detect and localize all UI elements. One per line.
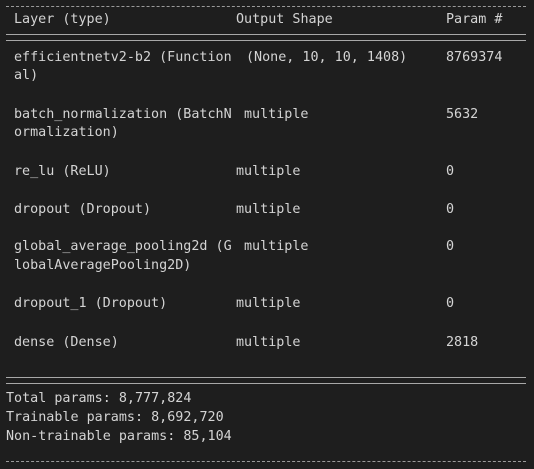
row-output-shape: multiple bbox=[236, 202, 301, 217]
row-layer-name: dense (Dense) bbox=[14, 335, 119, 350]
row-layer-name: re_lu (ReLU) bbox=[14, 164, 111, 179]
header-param: Param # bbox=[446, 12, 503, 27]
row-output-shape: multiple bbox=[236, 335, 301, 350]
total-params: Total params: 8,777,824 bbox=[6, 391, 192, 406]
row-param-count: 0 bbox=[446, 202, 455, 217]
row-layer-name-continued: al) bbox=[14, 68, 39, 83]
model-summary: Layer (type) Output Shape Param # effici… bbox=[0, 0, 534, 469]
row-layer-name: dropout_1 (Dropout) bbox=[14, 296, 168, 311]
header-divider bbox=[6, 34, 526, 41]
row-param-count: 0 bbox=[446, 239, 455, 254]
row-output-shape: (None, 10, 10, 1408) bbox=[246, 50, 408, 65]
row-layer-name-continued: ormalization) bbox=[14, 125, 119, 140]
row-output-shape: multiple bbox=[236, 164, 301, 179]
row-layer-name: efficientnetv2-b2 (Function bbox=[14, 50, 232, 65]
row-output-shape: multiple bbox=[236, 296, 301, 311]
non-trainable-params: Non-trainable params: 85,104 bbox=[6, 429, 232, 444]
row-layer-name: batch_normalization (BatchN bbox=[14, 107, 232, 122]
row-param-count: 5632 bbox=[446, 107, 479, 122]
row-param-count: 0 bbox=[446, 296, 455, 311]
bottom-divider bbox=[6, 461, 526, 463]
header-output-shape: Output Shape bbox=[236, 12, 333, 27]
totals-divider bbox=[6, 377, 526, 384]
row-layer-name: dropout (Dropout) bbox=[14, 202, 152, 217]
row-output-shape: multiple bbox=[244, 239, 309, 254]
row-param-count: 8769374 bbox=[446, 50, 503, 65]
top-divider bbox=[6, 6, 526, 8]
header-layer: Layer (type) bbox=[14, 12, 111, 27]
row-layer-name-continued: lobalAveragePooling2D) bbox=[14, 258, 192, 273]
trainable-params: Trainable params: 8,692,720 bbox=[6, 410, 224, 425]
row-param-count: 0 bbox=[446, 164, 455, 179]
row-param-count: 2818 bbox=[446, 335, 479, 350]
row-output-shape: multiple bbox=[244, 107, 309, 122]
row-layer-name: global_average_pooling2d (G bbox=[14, 239, 232, 254]
